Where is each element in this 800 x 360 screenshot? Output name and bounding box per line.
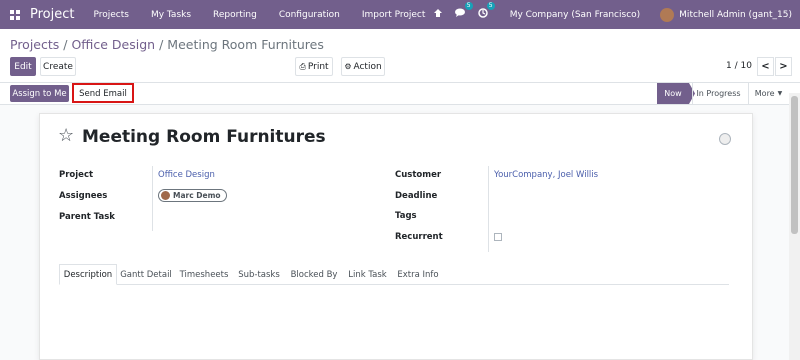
scrollbar-thumb[interactable] (791, 96, 798, 234)
app-name[interactable]: Project (30, 7, 74, 22)
menu-configuration[interactable]: Configuration (279, 10, 340, 20)
user-menu[interactable]: Mitchell Admin (gant_15) (679, 10, 792, 20)
field-label-project: Project (59, 170, 94, 180)
tab-sub-tasks[interactable]: Sub-tasks (236, 264, 282, 285)
field-label-recurrent: Recurrent (395, 232, 443, 242)
menu-import-project[interactable]: Import Project (362, 10, 426, 20)
tab-blocked-by[interactable]: Blocked By (288, 264, 340, 285)
menu-projects[interactable]: Projects (93, 10, 128, 20)
breadcrumb: Projects / Office Design / Meeting Room … (10, 37, 324, 52)
stage-in-progress[interactable]: In Progress (692, 83, 744, 104)
print-label: Print (307, 61, 329, 72)
breadcrumb-projects[interactable]: Projects (10, 37, 59, 52)
pager-value[interactable]: 1 / 10 (726, 61, 752, 71)
breadcrumb-office-design[interactable]: Office Design (71, 37, 155, 52)
field-value-project[interactable]: Office Design (158, 170, 215, 180)
field-separator (488, 166, 489, 252)
field-value-customer[interactable]: YourCompany, Joel Willis (494, 170, 598, 180)
field-label-deadline: Deadline (395, 191, 438, 201)
pager-next-button[interactable]: > (775, 57, 792, 76)
create-button[interactable]: Create (40, 57, 76, 76)
bug-icon[interactable] (433, 8, 443, 21)
field-separator (152, 166, 153, 231)
breadcrumb-current: Meeting Room Furnitures (167, 37, 324, 52)
gear-icon: ⚙ (344, 62, 352, 71)
main-menu: Projects My Tasks Reporting Configuratio… (93, 10, 447, 20)
kanban-state-icon[interactable] (719, 133, 731, 145)
stage-more[interactable]: More ▼ (748, 83, 788, 104)
messages-count-badge: 5 (464, 2, 473, 10)
printer-icon: ⎙ (299, 61, 306, 71)
breadcrumb-separator: / (159, 37, 164, 52)
task-title[interactable]: Meeting Room Furnitures (82, 127, 326, 147)
breadcrumb-separator: / (63, 37, 68, 52)
print-button[interactable]: ⎙ Print (295, 57, 333, 76)
field-label-tags: Tags (395, 211, 417, 221)
action-button[interactable]: ⚙ Action (341, 57, 385, 76)
tab-link-task[interactable]: Link Task (345, 264, 390, 285)
tab-description[interactable]: Description (59, 264, 117, 285)
send-email-highlight-box (72, 83, 134, 103)
activities-count-badge: 5 (486, 2, 495, 10)
messages-icon[interactable]: 5 (454, 2, 473, 21)
assign-to-me-button[interactable]: Assign to Me (10, 85, 69, 102)
apps-menu-icon[interactable] (10, 9, 20, 20)
action-label: Action (353, 61, 382, 72)
tab-gantt-detail[interactable]: Gantt Detail (119, 264, 173, 285)
chevron-down-icon: ▼ (777, 90, 783, 97)
field-label-assignees: Assignees (59, 191, 108, 201)
user-avatar[interactable] (660, 7, 675, 22)
stage-more-label: More (754, 89, 775, 98)
field-label-parent-task: Parent Task (59, 212, 115, 222)
tab-extra-info[interactable]: Extra Info (395, 264, 441, 285)
edit-button[interactable]: Edit (10, 57, 36, 76)
assignee-name: Marc Demo (173, 191, 221, 200)
recurrent-checkbox[interactable] (494, 233, 502, 241)
assignee-tag[interactable]: Marc Demo (158, 189, 227, 202)
navbar-systray: 5 5 My Company (San Francisco) Mitchell … (433, 0, 800, 29)
company-switcher[interactable]: My Company (San Francisco) (510, 10, 640, 20)
menu-my-tasks[interactable]: My Tasks (151, 10, 191, 20)
pager-previous-button[interactable]: < (757, 57, 774, 76)
menu-reporting[interactable]: Reporting (213, 10, 257, 20)
assignee-avatar (161, 191, 170, 200)
activities-icon[interactable]: 5 (477, 2, 495, 21)
stage-now[interactable]: Now (657, 83, 689, 104)
tab-timesheets[interactable]: Timesheets (178, 264, 230, 285)
star-icon[interactable]: ☆ (58, 125, 74, 146)
field-label-customer: Customer (395, 170, 442, 180)
top-navbar: Project Projects My Tasks Reporting Conf… (0, 0, 800, 29)
